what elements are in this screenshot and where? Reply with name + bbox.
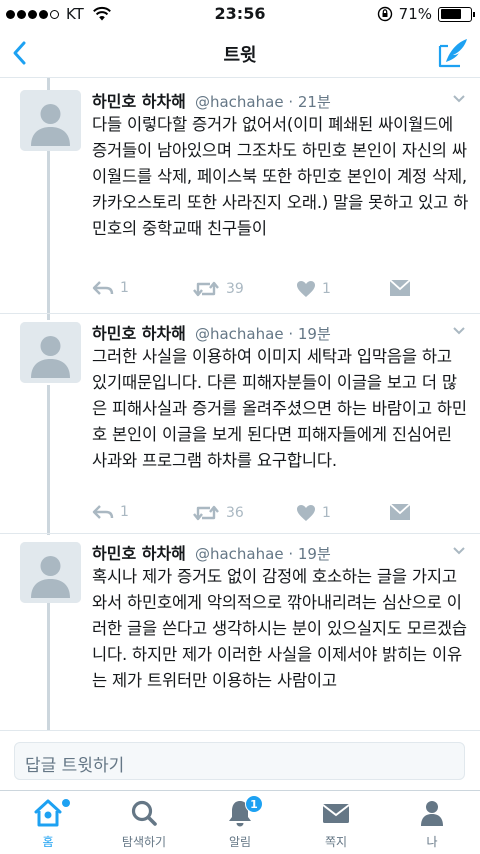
tab-notifications-label: 알림 <box>228 835 252 849</box>
tab-explore-label: 탐색하기 <box>121 835 167 849</box>
display-name[interactable]: 하민호 하차해 <box>92 92 186 111</box>
battery-percent: 71% <box>398 5 432 23</box>
retweet-count: 36 <box>226 505 244 521</box>
chevron-down-icon[interactable] <box>452 326 466 336</box>
direct-message-button[interactable] <box>390 280 410 296</box>
default-avatar-icon <box>20 322 81 383</box>
handle: @hachahae <box>194 545 284 563</box>
tab-home-label: 홈 <box>42 835 54 849</box>
avatar[interactable] <box>20 322 81 383</box>
home-icon <box>34 799 62 827</box>
retweet-icon <box>193 281 219 297</box>
reply-icon <box>92 281 114 295</box>
rotation-lock-icon <box>377 6 392 22</box>
search-icon <box>131 800 157 826</box>
status-bar: KT 23:56 71% <box>0 0 480 28</box>
display-name[interactable]: 하민호 하차해 <box>92 324 186 343</box>
envelope-icon <box>390 504 410 520</box>
tweet-header: 하민호 하차해 @hachahae · 19분 <box>92 544 331 563</box>
retweet-button[interactable]: 39 <box>192 280 244 298</box>
reply-input[interactable]: 답글 트윗하기 <box>14 742 465 780</box>
tab-home[interactable]: 홈 <box>0 791 96 854</box>
tweet-text: 다들 이렇다할 증거가 없어서(이미 폐쇄된 싸이월드에 증거들이 남아있으며 … <box>92 115 469 238</box>
handle: @hachahae <box>194 93 284 111</box>
timestamp: 19분 <box>297 545 331 563</box>
reply-button[interactable]: 1 <box>92 504 129 520</box>
new-content-dot <box>62 799 70 807</box>
chevron-down-icon[interactable] <box>452 546 466 556</box>
reply-bar: 답글 트윗하기 <box>0 730 480 790</box>
tweet-text: 그러한 사실을 이용하여 이미지 세탁과 입막음을 하고 있기때문입니다. 다른… <box>92 347 467 470</box>
reply-icon <box>92 505 114 519</box>
like-count: 1 <box>322 505 331 521</box>
tweet-actions: 1 36 1 <box>92 504 422 526</box>
notifications-badge: 1 <box>245 795 263 813</box>
tweet-header: 하민호 하차해 @hachahae · 21분 <box>92 92 331 111</box>
timestamp: 21분 <box>297 93 331 111</box>
tweet-header: 하민호 하차해 @hachahae · 19분 <box>92 324 331 343</box>
compose-tweet-icon[interactable] <box>436 36 470 70</box>
like-button[interactable]: 1 <box>296 504 331 522</box>
like-button[interactable]: 1 <box>296 280 331 298</box>
tweet[interactable]: 하민호 하차해 @hachahae · 19분 그러한 사실을 이용하여 이미지… <box>0 314 480 534</box>
display-name[interactable]: 하민호 하차해 <box>92 544 186 563</box>
heart-icon <box>297 281 315 297</box>
envelope-icon <box>322 804 350 823</box>
retweet-button[interactable]: 36 <box>192 504 244 522</box>
reply-count: 1 <box>120 280 129 296</box>
reply-count: 1 <box>120 504 129 520</box>
avatar[interactable] <box>20 542 81 603</box>
navigation-bar: 트윗 <box>0 28 480 78</box>
tweet[interactable]: 하민호 하차해 @hachahae · 19분 혹시나 제가 증거도 없이 감정… <box>0 534 480 730</box>
tab-messages-label: 쪽지 <box>324 835 348 849</box>
like-count: 1 <box>322 281 331 297</box>
reply-button[interactable]: 1 <box>92 280 129 296</box>
tweet-text: 혹시나 제가 증거도 없이 감정에 호소하는 글을 가지고와서 하민호에게 악의… <box>92 567 467 690</box>
retweet-count: 39 <box>226 281 244 297</box>
battery-icon <box>438 6 475 22</box>
tab-me-label: 나 <box>426 835 438 849</box>
chevron-down-icon[interactable] <box>452 94 466 104</box>
avatar[interactable] <box>20 90 81 151</box>
tab-me[interactable]: 나 <box>384 791 480 854</box>
retweet-icon <box>193 505 219 521</box>
tab-messages[interactable]: 쪽지 <box>288 791 384 854</box>
tab-explore[interactable]: 탐색하기 <box>96 791 192 854</box>
direct-message-button[interactable] <box>390 504 410 520</box>
default-avatar-icon <box>20 542 81 603</box>
tab-bar: 홈 탐색하기 1 알림 쪽지 나 <box>0 790 480 854</box>
timestamp: 19분 <box>297 325 331 343</box>
tweet-actions: 1 39 1 <box>92 280 422 302</box>
heart-icon <box>297 505 315 521</box>
tab-notifications[interactable]: 1 알림 <box>192 791 288 854</box>
default-avatar-icon <box>20 90 81 151</box>
envelope-icon <box>390 280 410 296</box>
page-title: 트윗 <box>223 45 257 66</box>
handle: @hachahae <box>194 325 284 343</box>
person-icon <box>421 801 443 826</box>
tweet[interactable]: 하민호 하차해 @hachahae · 21분 다들 이렇다할 증거가 없어서(… <box>0 78 480 314</box>
